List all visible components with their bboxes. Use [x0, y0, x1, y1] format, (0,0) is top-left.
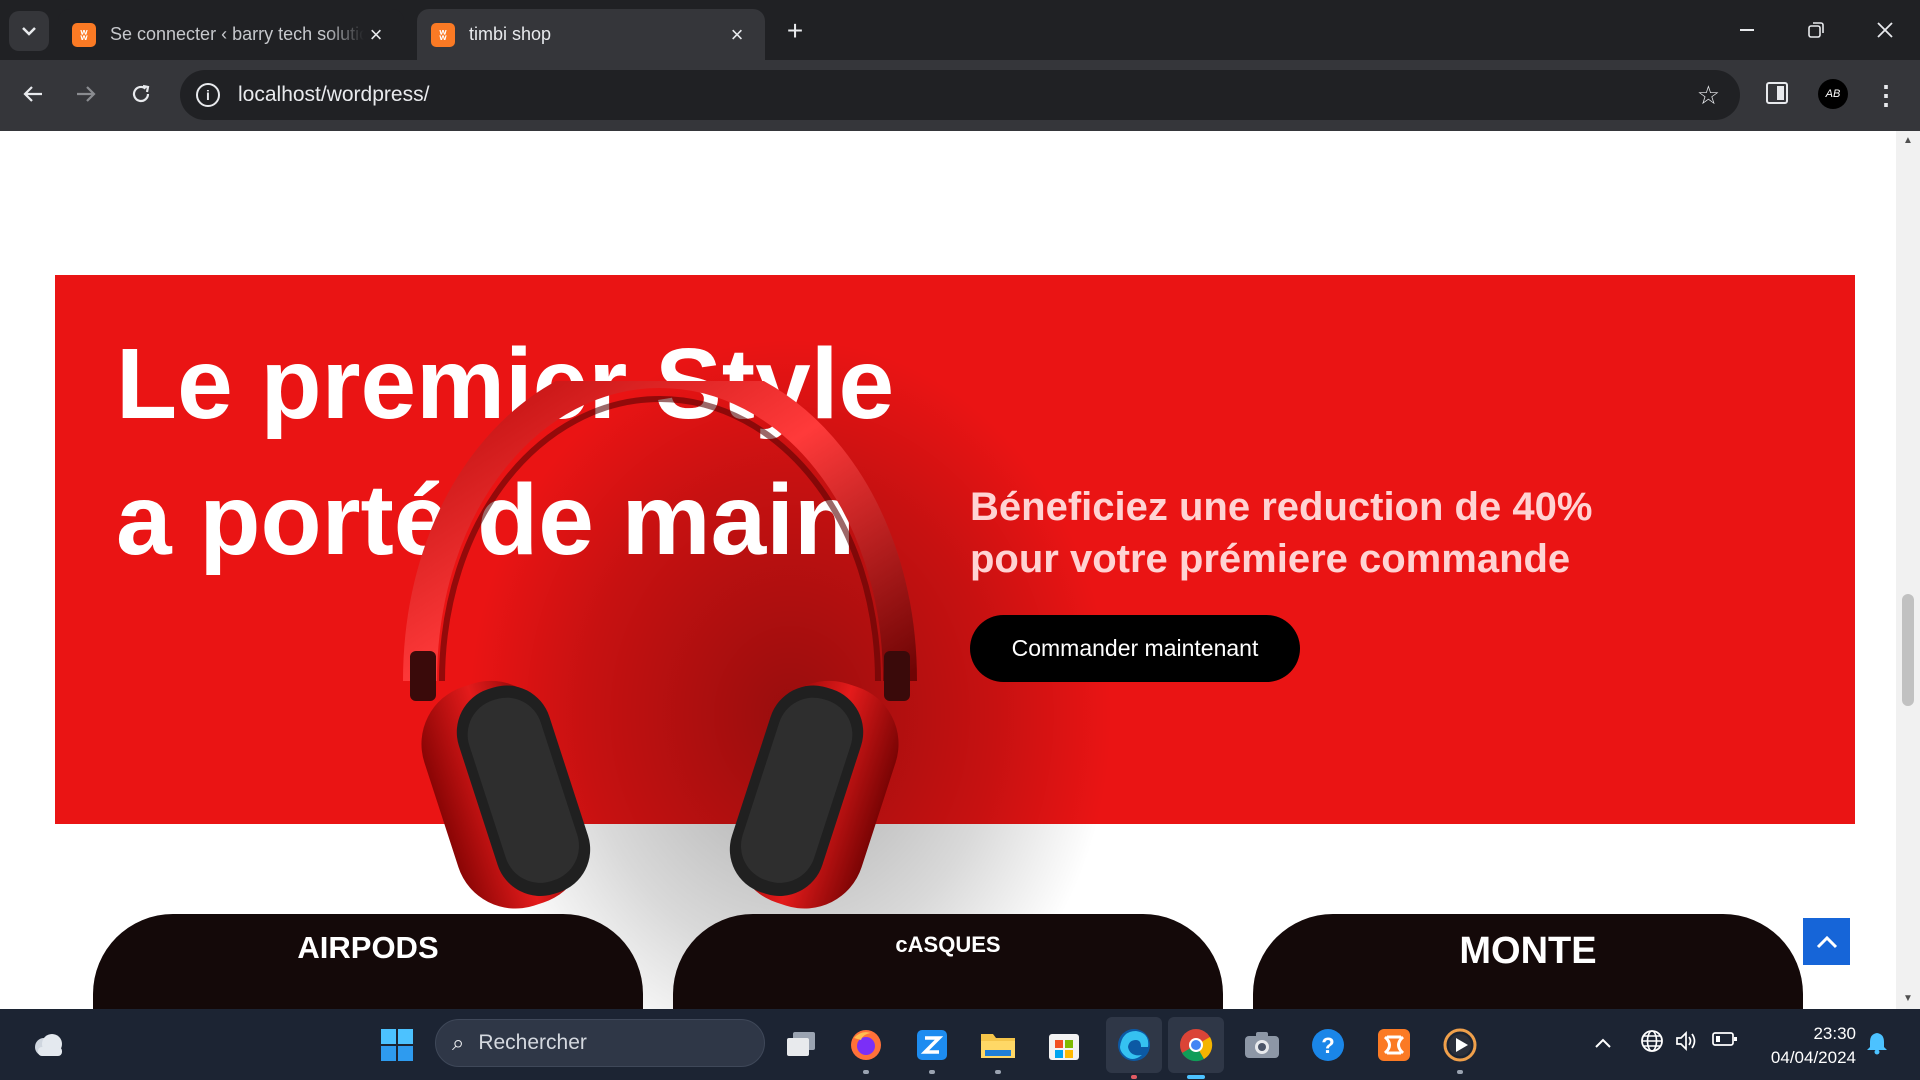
tab-se-connecter[interactable]: ʬ Se connecter ‹ barry tech solutions ×: [58, 9, 404, 60]
search-placeholder: Rechercher: [478, 1031, 587, 1054]
browser-tab-bar: ʬ Se connecter ‹ barry tech solutions × …: [0, 0, 1920, 60]
arrow-left-icon: [23, 86, 42, 102]
browser-menu-icon[interactable]: ⋮: [1873, 78, 1899, 112]
task-view-button[interactable]: [778, 1022, 824, 1068]
battery-icon[interactable]: [1712, 1029, 1738, 1055]
scrollbar-thumb[interactable]: [1902, 594, 1914, 706]
clock-time: 23:30: [1813, 1024, 1856, 1043]
start-button[interactable]: [374, 1022, 420, 1068]
page-scrollbar[interactable]: ▲ ▼: [1896, 131, 1920, 1009]
forward-button[interactable]: [66, 74, 106, 114]
help-icon: ?: [1312, 1029, 1344, 1061]
xampp-favicon-icon: ʬ: [431, 22, 455, 47]
file-explorer-app[interactable]: [975, 1022, 1021, 1074]
zoom-icon: [917, 1030, 947, 1060]
windows-logo-icon: [381, 1029, 413, 1061]
reload-button[interactable]: [121, 74, 161, 114]
volume-icon[interactable]: [1674, 1029, 1698, 1059]
app-running-indicator: [929, 1070, 935, 1074]
app-running-indicator: [863, 1070, 869, 1074]
system-clock[interactable]: 23:30 04/04/2024: [1756, 1022, 1856, 1070]
edge-icon: [1118, 1029, 1150, 1061]
svg-text:?: ?: [1321, 1033, 1334, 1058]
chevron-up-icon: [1816, 935, 1837, 948]
store-icon: [1049, 1034, 1079, 1060]
xampp-app[interactable]: [1371, 1022, 1417, 1068]
camera-app[interactable]: [1239, 1022, 1285, 1068]
browser-toolbar: i localhost/wordpress/ ☆ AB ⋮: [0, 60, 1920, 131]
category-label: cASQUES: [895, 932, 1001, 957]
xampp-icon: [1378, 1029, 1410, 1061]
back-to-top-button[interactable]: [1803, 918, 1850, 965]
chevron-down-icon: [22, 27, 36, 36]
restore-button[interactable]: [1793, 10, 1839, 50]
globe-icon: [1641, 1030, 1663, 1052]
play-icon: [1443, 1028, 1477, 1062]
app-active-indicator: [1187, 1075, 1205, 1079]
close-icon: [1877, 22, 1893, 38]
task-view-icon: [787, 1032, 815, 1056]
profile-avatar[interactable]: AB: [1818, 79, 1848, 109]
windows-taskbar: ⌕ Rechercher ? 23:30 04/04/2024: [0, 1009, 1920, 1080]
camera-icon: [1245, 1032, 1279, 1058]
address-bar[interactable]: i localhost/wordpress/ ☆: [180, 70, 1740, 120]
tab-search-button[interactable]: [9, 11, 49, 51]
media-player-app[interactable]: [1437, 1022, 1483, 1074]
bell-glyph: [1867, 1033, 1887, 1055]
tab-title: Se connecter ‹ barry tech solutions: [110, 24, 364, 44]
back-button[interactable]: [13, 74, 53, 114]
bookmark-star-icon[interactable]: ☆: [1697, 80, 1720, 111]
page-viewport: Le premier Style a porté de main Bénefic…: [0, 131, 1920, 1009]
tab-timbi-shop[interactable]: ʬ timbi shop ×: [417, 9, 765, 60]
xampp-favicon-icon: ʬ: [72, 22, 96, 47]
firefox-app[interactable]: [843, 1022, 889, 1074]
tab-close-icon[interactable]: ×: [725, 22, 749, 47]
search-icon: ⌕: [452, 1030, 465, 1055]
chevron-up-icon: [1595, 1038, 1611, 1048]
site-info-icon[interactable]: i: [196, 83, 220, 107]
get-help-app[interactable]: ?: [1305, 1022, 1351, 1068]
hero-subtitle-line-1: Béneficiez une reduction de 40%: [970, 485, 1593, 529]
microsoft-store-app[interactable]: [1041, 1022, 1087, 1068]
scroll-up-arrow-icon[interactable]: ▲: [1902, 135, 1914, 147]
firefox-icon: [851, 1030, 881, 1060]
edge-app[interactable]: [1106, 1017, 1162, 1079]
hero-subtitle: Béneficiez une reduction de 40% pour vot…: [970, 481, 1730, 585]
category-label: MONTE: [1459, 930, 1597, 972]
battery-icon-glyph: [1712, 1032, 1737, 1046]
scroll-down-arrow-icon[interactable]: ▼: [1902, 993, 1914, 1005]
side-panel-icon[interactable]: [1766, 82, 1788, 104]
order-now-button[interactable]: Commander maintenant: [970, 615, 1300, 682]
app-running-indicator: [1131, 1075, 1137, 1079]
url-text[interactable]: localhost/wordpress/: [238, 83, 1697, 107]
chrome-app[interactable]: [1168, 1017, 1224, 1079]
category-label: AIRPODS: [297, 930, 439, 965]
taskbar-search-input[interactable]: ⌕ Rechercher: [435, 1019, 765, 1067]
new-tab-button[interactable]: +: [778, 14, 812, 48]
close-window-button[interactable]: [1862, 10, 1908, 50]
network-icon[interactable]: [1640, 1029, 1664, 1059]
headphones-image: [403, 381, 917, 909]
app-running-indicator: [1457, 1070, 1463, 1074]
speaker-icon: [1676, 1030, 1696, 1052]
hero-subtitle-line-2: pour votre prémiere commande: [970, 537, 1571, 581]
minimize-icon: [1740, 29, 1754, 31]
weather-cloud-icon[interactable]: [30, 1027, 66, 1063]
minimize-button[interactable]: [1724, 10, 1770, 50]
app-running-indicator: [995, 1070, 1001, 1074]
clock-date: 04/04/2024: [1770, 1048, 1856, 1067]
folder-icon: [981, 1034, 1015, 1058]
arrow-right-icon: [77, 86, 96, 102]
notification-bell-icon[interactable]: [1866, 1031, 1888, 1061]
tab-title: timbi shop: [469, 24, 552, 44]
restore-icon: [1808, 22, 1824, 38]
tab-close-icon[interactable]: ×: [364, 22, 388, 47]
zoom-app[interactable]: [909, 1022, 955, 1074]
chrome-icon: [1180, 1029, 1213, 1062]
show-hidden-icons-button[interactable]: [1594, 1029, 1612, 1055]
reload-icon: [132, 84, 150, 103]
